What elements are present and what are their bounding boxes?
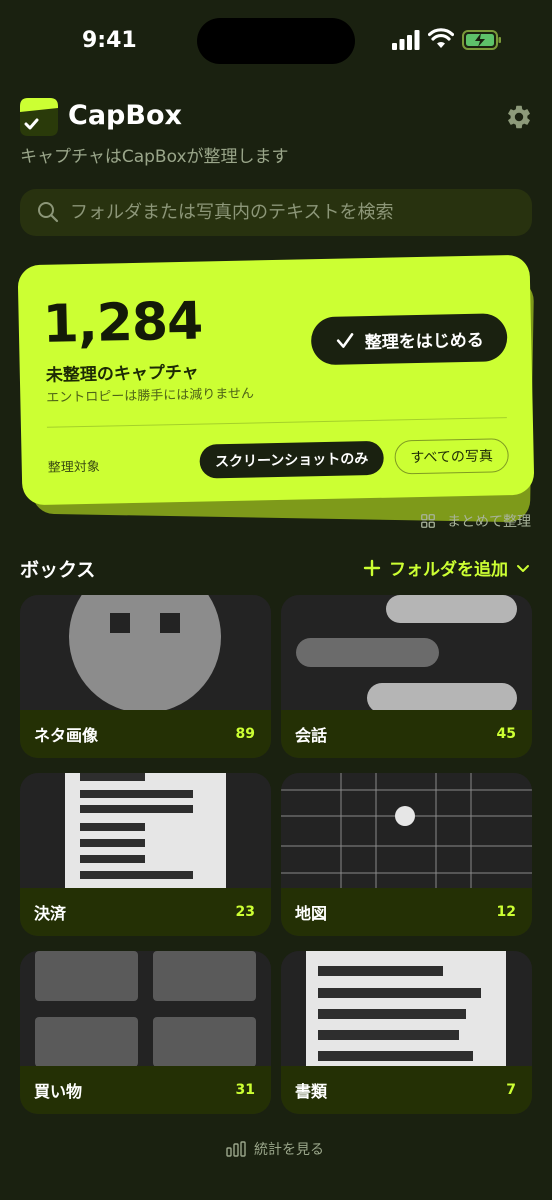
face-thumbnail [69, 595, 221, 710]
folder-shopping[interactable]: 買い物 31 [20, 951, 271, 1114]
folder-count: 7 [506, 1082, 516, 1098]
battery-charging-icon [462, 30, 501, 50]
chevron-down-icon [517, 564, 529, 572]
folder-payments[interactable]: 決済 23 [20, 773, 271, 936]
folder-label-bar: ネタ画像 89 [20, 710, 271, 758]
unsorted-label: 未整理のキャプチャ [45, 362, 199, 386]
wifi-icon [428, 28, 454, 48]
folder-count: 31 [235, 1082, 255, 1098]
folder-label-bar: 書類 7 [281, 1066, 532, 1114]
folder-conversations[interactable]: 会話 45 [281, 595, 532, 758]
capbox-logo-icon [20, 98, 58, 136]
all-photos-chip[interactable]: すべての写真 [394, 438, 509, 475]
folder-thumbnail [281, 951, 532, 1066]
batch-sort-button[interactable]: まとめて整理 [421, 510, 531, 532]
dynamic-island [197, 18, 355, 64]
batch-sort-label: まとめて整理 [447, 514, 531, 530]
product-grid-thumbnail [35, 951, 256, 1066]
grid-icon [421, 514, 435, 528]
cellular-signal-icon [392, 30, 420, 50]
receipt-thumbnail [65, 773, 226, 888]
plus-icon [363, 559, 381, 576]
folder-name: 書類 [295, 1082, 328, 1101]
folder-label-bar: 地図 12 [281, 888, 532, 936]
checkmark-icon [336, 333, 353, 348]
start-sorting-label: 整理をはじめる [364, 330, 484, 353]
folder-maps[interactable]: 地図 12 [281, 773, 532, 936]
screenshots-only-chip[interactable]: スクリーンショットのみ [199, 440, 385, 479]
unsorted-count: 1,284 [42, 291, 203, 355]
folder-count: 45 [496, 726, 516, 742]
bar-chart-icon [226, 1141, 246, 1157]
app-title: CapBox [68, 100, 182, 131]
unsorted-captures-card: 1,284 未整理のキャプチャ エントロピーは勝手には減りません 整理をはじめる… [17, 254, 535, 506]
folder-name: 決済 [34, 904, 67, 923]
folder-count: 89 [235, 726, 255, 742]
folder-count: 12 [496, 904, 516, 920]
sort-target-label: 整理対象 [47, 459, 100, 476]
folder-documents[interactable]: 書類 7 [281, 951, 532, 1114]
view-stats-label: 統計を見る [254, 1142, 324, 1158]
gear-icon[interactable] [505, 103, 533, 131]
chat-bubbles-thumbnail [296, 595, 517, 710]
folder-name: 買い物 [34, 1082, 83, 1101]
app-subtitle: キャプチャはCapBoxが整理します [20, 147, 289, 167]
search-bar[interactable] [20, 189, 532, 236]
folder-count: 23 [235, 904, 255, 920]
status-bar: 9:41 [0, 0, 552, 80]
view-stats-link[interactable]: 統計を見る [226, 1139, 324, 1159]
add-folder-button[interactable]: フォルダを追加 [363, 555, 530, 580]
folder-name: ネタ画像 [34, 726, 99, 745]
folder-name: 地図 [295, 904, 328, 923]
unsorted-subtitle: エントロピーは勝手には減りません [46, 386, 255, 406]
folder-thumbnail [20, 773, 271, 888]
status-time: 9:41 [82, 28, 137, 53]
folder-thumbnail [281, 773, 532, 888]
folder-thumbnail [281, 595, 532, 710]
hero-divider [46, 417, 507, 428]
map-grid-thumbnail [281, 773, 532, 888]
search-input[interactable] [70, 189, 520, 236]
folder-thumbnail [20, 595, 271, 710]
boxes-section-title: ボックス [20, 559, 96, 581]
search-icon [38, 202, 59, 223]
folder-memes[interactable]: ネタ画像 89 [20, 595, 271, 758]
start-sorting-button[interactable]: 整理をはじめる [310, 313, 508, 366]
folder-thumbnail [20, 951, 271, 1066]
document-thumbnail [306, 951, 506, 1066]
folder-label-bar: 会話 45 [281, 710, 532, 758]
folder-label-bar: 買い物 31 [20, 1066, 271, 1114]
folder-label-bar: 決済 23 [20, 888, 271, 936]
folder-name: 会話 [295, 726, 328, 745]
add-folder-label: フォルダを追加 [389, 560, 508, 580]
